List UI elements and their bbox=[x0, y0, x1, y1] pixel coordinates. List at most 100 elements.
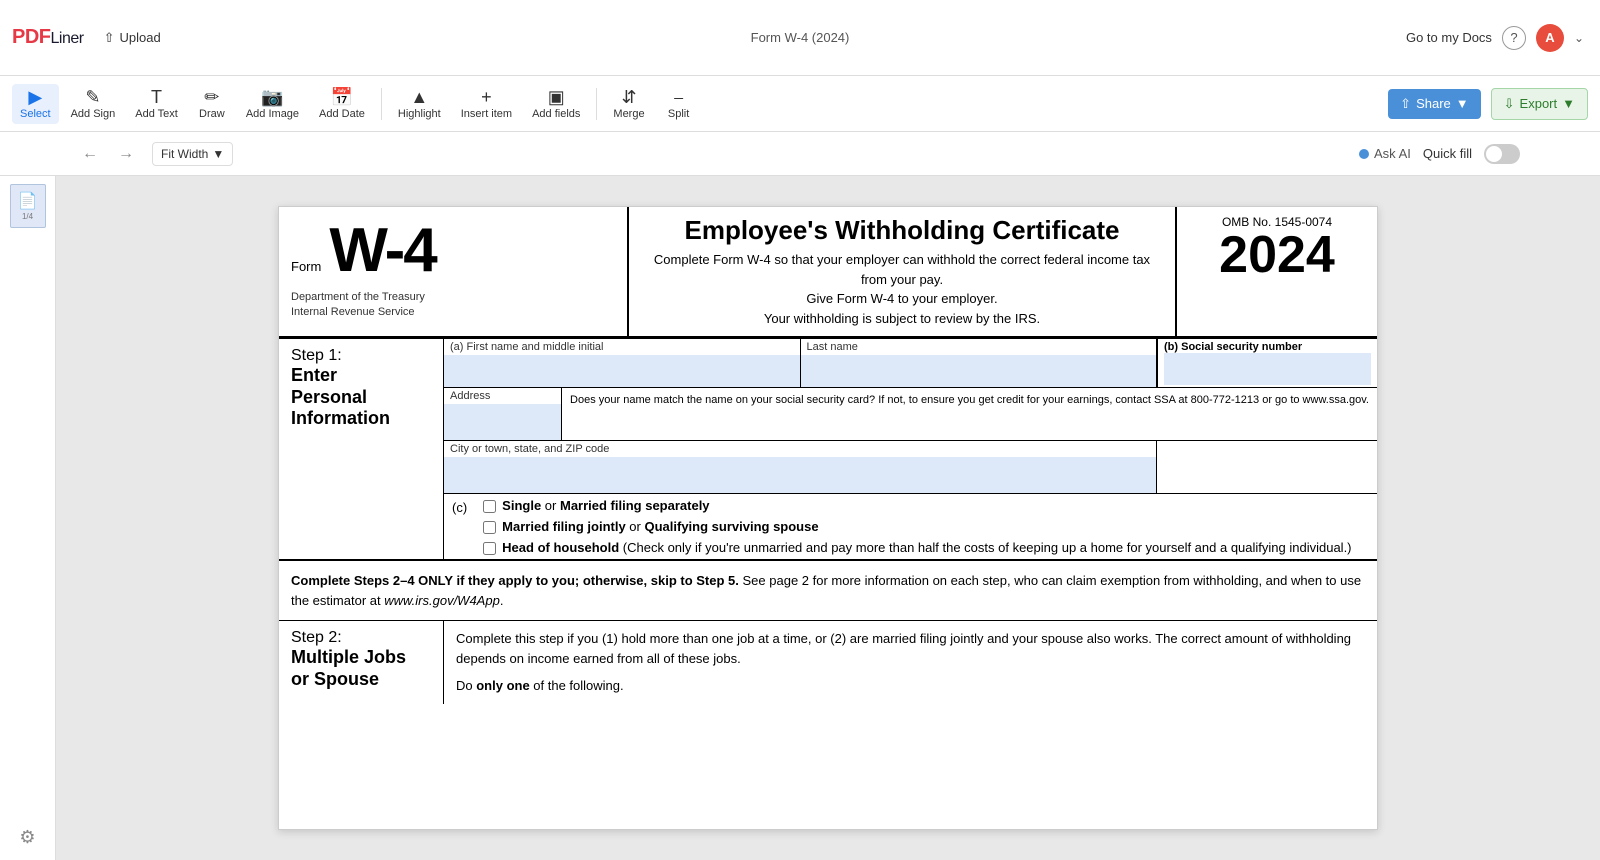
share-button[interactable]: ⇧ Share ▼ bbox=[1388, 89, 1480, 119]
quick-fill-toggle[interactable] bbox=[1484, 144, 1520, 164]
upload-button[interactable]: ⇧ Upload bbox=[96, 26, 169, 50]
merge-label: Merge bbox=[613, 108, 644, 120]
draw-button[interactable]: ✏ Draw bbox=[190, 84, 234, 124]
checkbox-hoh-label: Head of household (Check only if you're … bbox=[502, 540, 1351, 555]
help-button[interactable]: ? bbox=[1502, 26, 1526, 50]
step2-para2: Do only one of the following. bbox=[456, 676, 1365, 696]
ask-ai-dot-icon bbox=[1359, 149, 1369, 159]
add-fields-label: Add fields bbox=[532, 108, 580, 120]
date-icon: 📅 bbox=[331, 88, 353, 106]
city-row: City or town, state, and ZIP code bbox=[444, 441, 1377, 494]
ask-ai-label: Ask AI bbox=[1374, 146, 1411, 161]
text-icon: T bbox=[151, 88, 162, 106]
export-icon: ⇩ bbox=[1504, 96, 1515, 112]
add-sign-button[interactable]: ✎ Add Sign bbox=[63, 84, 124, 124]
toolbar-separator-1 bbox=[381, 88, 382, 120]
checkbox-hoh-input[interactable] bbox=[483, 542, 496, 555]
topbar-right: Go to my Docs ? A ⌄ bbox=[1406, 24, 1600, 52]
select-tool-button[interactable]: ▶ Select bbox=[12, 84, 59, 124]
address-cell: Address bbox=[444, 388, 562, 440]
city-side-cell bbox=[1157, 441, 1377, 493]
form-w4-label: Form W-4 bbox=[291, 215, 615, 286]
checkbox-c-label: (c) bbox=[444, 494, 475, 559]
checkbox-c-text: (c) bbox=[452, 500, 467, 515]
insert-icon: + bbox=[481, 88, 492, 106]
upload-icon: ⇧ bbox=[104, 30, 115, 46]
split-label: Split bbox=[668, 108, 689, 120]
checkbox-options: Single or Married filing separately Marr… bbox=[475, 494, 1363, 559]
go-to-docs-button[interactable]: Go to my Docs bbox=[1406, 30, 1492, 45]
lastname-cell: Last name bbox=[801, 339, 1158, 387]
checkbox-single-label: Single or Married filing separately bbox=[502, 498, 709, 513]
settings-button[interactable]: ⚙ bbox=[19, 827, 35, 848]
document-title: Form W-4 (2024) bbox=[751, 30, 850, 45]
lastname-input[interactable] bbox=[801, 355, 1157, 387]
main-toolbar: ▶ Select ✎ Add Sign T Add Text ✏ Draw 📷 … bbox=[0, 76, 1600, 132]
subtitle-line2: Give Form W-4 to your employer. bbox=[645, 289, 1159, 309]
main-content: Form W-4 Department of the Treasury Inte… bbox=[56, 176, 1600, 860]
share-icon: ⇧ bbox=[1400, 96, 1411, 112]
step1-title: EnterPersonalInformation bbox=[291, 365, 431, 430]
step2-number: Step 2: bbox=[291, 629, 431, 647]
page-number-label: 1/4 bbox=[22, 212, 33, 221]
left-sidebar: 📄 1/4 ⚙ bbox=[0, 176, 56, 860]
add-date-label: Add Date bbox=[319, 108, 365, 120]
step2-content: Complete this step if you (1) hold more … bbox=[444, 621, 1377, 704]
firstname-label: (a) First name and middle initial bbox=[444, 339, 800, 355]
step1-number: Step 1: bbox=[291, 347, 431, 365]
step2-label: Step 2: Multiple Jobsor Spouse bbox=[279, 621, 444, 704]
add-text-button[interactable]: T Add Text bbox=[127, 84, 186, 124]
form-main-title: Employee's Withholding Certificate bbox=[645, 215, 1159, 246]
form-center-header: Employee's Withholding Certificate Compl… bbox=[629, 207, 1177, 336]
checkbox-row: (c) Single or Married filing separately bbox=[444, 494, 1377, 559]
add-date-button[interactable]: 📅 Add Date bbox=[311, 84, 373, 124]
merge-button[interactable]: ⇵ Merge bbox=[605, 84, 652, 124]
add-sign-label: Add Sign bbox=[71, 108, 116, 120]
export-chevron-icon: ▼ bbox=[1562, 96, 1575, 111]
redo-button[interactable]: → bbox=[116, 143, 136, 165]
address-row: Address Does your name match the name on… bbox=[444, 388, 1377, 441]
merge-icon: ⇵ bbox=[621, 88, 636, 106]
form-text: Form bbox=[291, 259, 321, 274]
city-label: City or town, state, and ZIP code bbox=[444, 441, 1156, 457]
highlight-button[interactable]: ▲ Highlight bbox=[390, 84, 449, 124]
logo-area: PDFLiner bbox=[0, 26, 96, 49]
logo: PDFLiner bbox=[12, 26, 84, 49]
firstname-input[interactable] bbox=[444, 355, 800, 387]
form-header: Form W-4 Department of the Treasury Inte… bbox=[279, 207, 1377, 338]
insert-item-label: Insert item bbox=[461, 108, 512, 120]
highlight-label: Highlight bbox=[398, 108, 441, 120]
avatar-button[interactable]: A bbox=[1536, 24, 1564, 52]
page-icon: 📄 bbox=[18, 191, 38, 211]
undo-button[interactable]: ← bbox=[80, 143, 100, 165]
share-chevron-icon: ▼ bbox=[1456, 96, 1469, 111]
export-button[interactable]: ⇩ Export ▼ bbox=[1491, 88, 1588, 120]
checkbox-single-input[interactable] bbox=[483, 500, 496, 513]
topbar-chevron[interactable]: ⌄ bbox=[1574, 31, 1584, 45]
page-thumbnail[interactable]: 📄 1/4 bbox=[10, 184, 46, 228]
city-input[interactable] bbox=[444, 457, 1156, 493]
address-label: Address bbox=[444, 388, 561, 404]
highlight-icon: ▲ bbox=[410, 88, 428, 106]
upload-label: Upload bbox=[119, 30, 160, 45]
name-row: (a) First name and middle initial Last n… bbox=[444, 339, 1377, 388]
ssn-input[interactable] bbox=[1164, 353, 1371, 385]
year-display: 2024 bbox=[1189, 229, 1365, 281]
sign-icon: ✎ bbox=[85, 88, 100, 106]
dept-text: Department of the Treasury Internal Reve… bbox=[291, 290, 615, 321]
address-input[interactable] bbox=[444, 404, 561, 440]
fit-width-chevron-icon: ▼ bbox=[212, 147, 224, 161]
insert-item-button[interactable]: + Insert item bbox=[453, 84, 520, 124]
checkbox-married-input[interactable] bbox=[483, 521, 496, 534]
ask-ai-button[interactable]: Ask AI bbox=[1359, 146, 1411, 161]
split-button[interactable]: ⎯ Split bbox=[657, 84, 701, 124]
fields-icon: ▣ bbox=[548, 88, 565, 106]
step2-title: Multiple Jobsor Spouse bbox=[291, 647, 431, 690]
dept-line1: Department of the Treasury bbox=[291, 290, 615, 305]
add-fields-button[interactable]: ▣ Add fields bbox=[524, 84, 588, 124]
fit-width-button[interactable]: Fit Width ▼ bbox=[152, 142, 233, 166]
add-image-button[interactable]: 📷 Add Image bbox=[238, 84, 307, 124]
form-number: W-4 bbox=[329, 215, 435, 286]
select-icon: ▶ bbox=[28, 88, 42, 106]
quick-fill-label: Quick fill bbox=[1423, 146, 1472, 161]
